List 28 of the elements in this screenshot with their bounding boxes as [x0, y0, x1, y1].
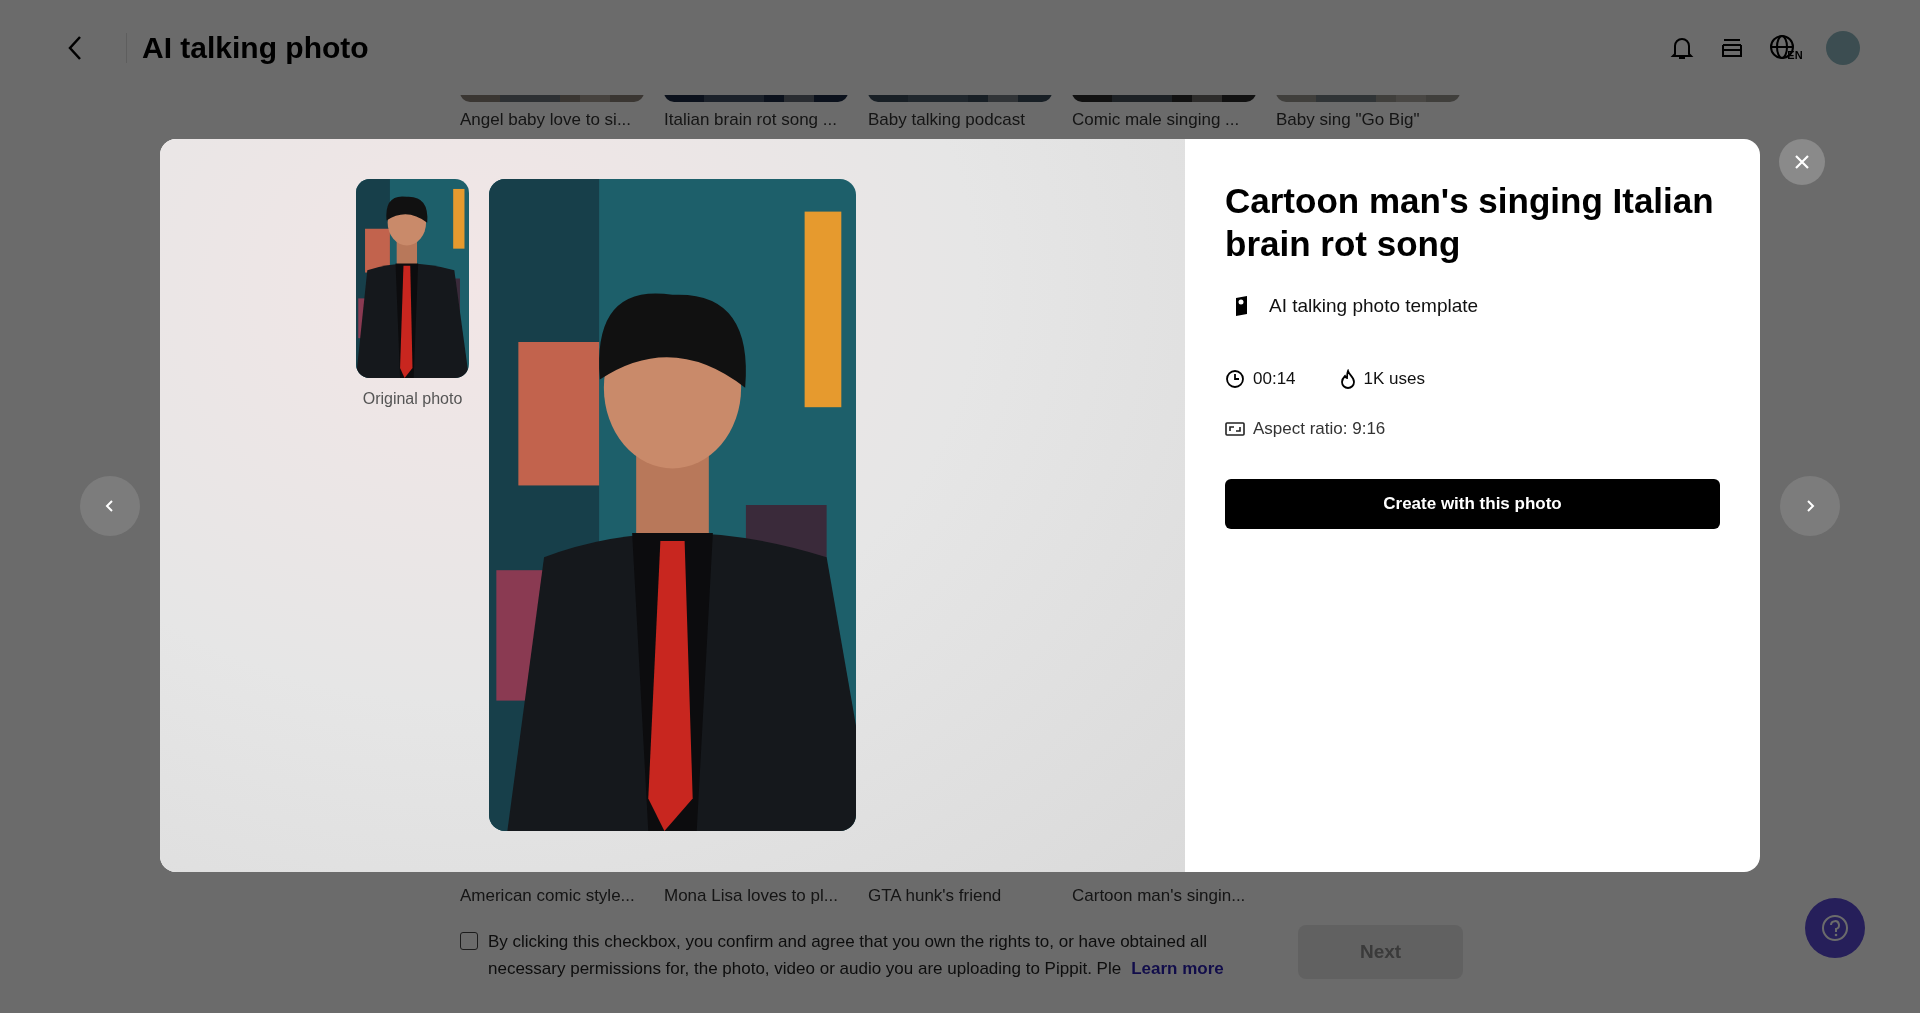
page-title: AI talking photo — [142, 30, 369, 65]
aspect-ratio: Aspect ratio: 9:16 — [1253, 419, 1386, 439]
chevron-right-icon — [1805, 498, 1815, 514]
template-title[interactable]: Baby talking podcast — [868, 110, 1052, 130]
template-title[interactable]: American comic style... — [460, 886, 644, 906]
close-icon[interactable] — [1779, 139, 1825, 185]
template-title: Cartoon man's singing Italian brain rot song — [1225, 180, 1715, 265]
consent-checkbox[interactable] — [460, 932, 478, 950]
template-title[interactable]: Mona Lisa loves to pl... — [664, 886, 848, 906]
duration: 00:14 — [1253, 369, 1296, 389]
original-photo-label: Original photo — [362, 390, 463, 408]
template-title[interactable]: Comic male singing ... — [1072, 110, 1256, 130]
phone-icon — [1233, 295, 1249, 317]
usage-count: 1K uses — [1363, 369, 1425, 389]
chevron-left-icon — [105, 498, 115, 514]
clock-icon — [1225, 369, 1245, 389]
flame-icon — [1339, 369, 1356, 389]
consent-text: By clicking this checkbox, you confirm and agree that you own the rights to, or have obtained all necessary permissions for, the photo, video or audio you are uploading to Pippit. Ple Learn more — [488, 931, 1225, 980]
template-title[interactable]: Angel baby love to si... — [460, 110, 644, 130]
learn-more-link[interactable]: Learn more — [1131, 959, 1224, 978]
create-button[interactable]: Create with this photo — [1225, 479, 1720, 529]
template-title[interactable]: Baby sing "Go Big" — [1276, 110, 1460, 130]
aspect-ratio-icon — [1225, 421, 1245, 437]
template-type: AI talking photo template — [1269, 295, 1479, 317]
template-title[interactable]: Cartoon man's singin... — [1072, 886, 1256, 906]
template-title[interactable]: Italian brain rot song ... — [664, 110, 848, 130]
help-icon[interactable] — [1805, 898, 1865, 958]
template-title[interactable]: GTA hunk's friend — [868, 886, 1052, 906]
